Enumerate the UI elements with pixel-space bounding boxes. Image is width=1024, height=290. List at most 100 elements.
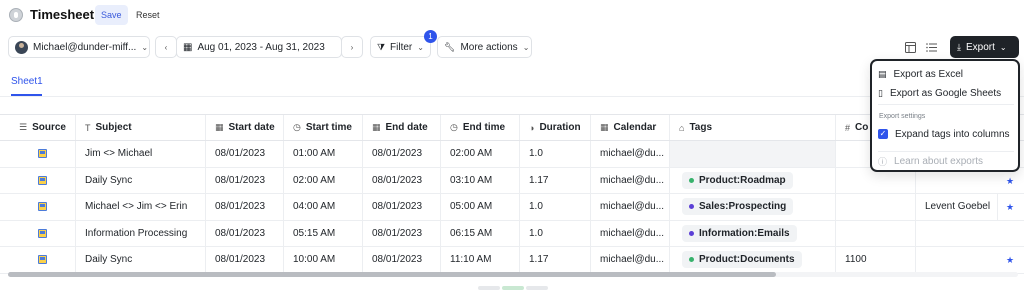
clock-icon: ◷ [450,122,458,132]
chevron-down-icon: ⌄ [417,42,424,52]
filter-count-badge: 1 [424,30,437,43]
save-button[interactable]: Save [95,5,128,25]
start-date-cell[interactable]: 08/01/2023 [206,141,284,167]
subject-cell[interactable]: Daily Sync [76,167,206,193]
tag-chip[interactable]: Sales:Prospecting [682,198,794,216]
tag-dot-icon [689,177,694,183]
table-row[interactable]: Information Processing 08/01/2023 05:15 … [0,220,1024,247]
start-time-cell[interactable]: 01:00 AM [284,141,363,167]
tags-cell[interactable] [670,141,836,167]
export-settings-heading: Export settings [879,113,926,120]
duration-cell[interactable]: 1.0 [520,194,591,220]
header-end-time[interactable]: ◷ End time [441,115,520,140]
header-source[interactable]: ☰ Source [10,115,76,140]
table-row[interactable]: Michael <> Jim <> Erin 08/01/2023 04:00 … [0,194,1024,221]
person-cell[interactable]: Levent Goebel [916,194,998,220]
date-range-label: Aug 01, 2023 - Aug 31, 2023 [197,41,325,53]
duration-cell[interactable]: 1.17 [520,167,591,193]
start-time-cell[interactable]: 02:00 AM [284,167,363,193]
tags-cell[interactable]: Product:Documents [670,247,836,273]
end-date-cell[interactable]: 08/01/2023 [363,141,441,167]
list-view-icon[interactable] [924,40,938,54]
export-google-sheets-item[interactable]: ▯ Export as Google Sheets [878,85,1001,101]
count-cell[interactable] [836,194,916,220]
header-subject[interactable]: T Subject [76,115,206,140]
calendar-cell[interactable]: michael@du... [591,167,670,193]
download-icon: ⤓ [957,41,961,52]
end-time-cell[interactable]: 03:10 AM [441,167,520,193]
start-date-cell[interactable]: 08/01/2023 [206,167,284,193]
filter-button[interactable]: ⧩ Filter ⌄ [370,36,431,58]
end-date-cell[interactable]: 08/01/2023 [363,194,441,220]
calendar-cell[interactable]: michael@du... [591,141,670,167]
duration-cell[interactable]: 1.0 [520,141,591,167]
expand-tags-option[interactable]: ✓ Expand tags into columns [878,126,1010,142]
tag-chip[interactable]: Information:Emails [682,224,797,242]
pager-segment[interactable] [478,286,500,290]
header-calendar[interactable]: ▦ Calendar [591,115,670,140]
start-date-cell[interactable]: 08/01/2023 [206,220,284,246]
header-start-date[interactable]: ▦ Start date [206,115,284,140]
subject-cell[interactable]: Jim <> Michael [76,141,206,167]
calendar-cell[interactable]: michael@du... [591,194,670,220]
end-time-cell[interactable]: 05:00 AM [441,194,520,220]
end-time-cell[interactable]: 06:15 AM [441,220,520,246]
tags-cell[interactable]: Information:Emails [670,220,836,246]
google-calendar-icon [38,228,47,238]
calendar-icon: ▦ [215,122,224,132]
tag-chip[interactable]: Product:Documents [682,251,802,269]
end-time-cell[interactable]: 11:10 AM [441,247,520,273]
date-range-picker[interactable]: ▦ Aug 01, 2023 - Aug 31, 2023 [176,36,342,58]
duration-cell[interactable]: 1.17 [520,247,591,273]
table-row[interactable]: Daily Sync 08/01/2023 02:00 AM 08/01/202… [0,167,1024,194]
export-button[interactable]: ⤓ Export ⌄ [950,36,1019,58]
source-cell [10,167,76,193]
tags-cell[interactable]: Sales:Prospecting [670,194,836,220]
user-selector[interactable]: Michael@dunder-miff... ⌄ [8,36,150,58]
end-date-cell[interactable]: 08/01/2023 [363,247,441,273]
tag-icon: ⌂ [679,122,685,133]
count-cell[interactable]: 1100 [836,247,916,273]
checkbox-checked-icon[interactable]: ✓ [878,129,888,139]
source-cell [10,247,76,273]
next-range-button[interactable]: › [341,36,363,58]
header-duration[interactable]: ◑ Duration [520,115,591,140]
learn-about-exports-link[interactable]: ⓘ Learn about exports [878,153,983,169]
header-end-date[interactable]: ▦ End date [363,115,441,140]
calendar-cell[interactable]: michael@du... [591,247,670,273]
header-tags[interactable]: ⌂ Tags [670,115,836,140]
export-menu: ▤ Export as Excel ▯ Export as Google She… [870,59,1020,172]
calendar-icon: ▦ [183,41,193,53]
start-date-cell[interactable]: 08/01/2023 [206,194,284,220]
table-view-icon[interactable] [903,40,917,54]
pager-segment-active[interactable] [502,286,524,290]
duration-cell[interactable]: 1.0 [520,220,591,246]
source-cell [10,220,76,246]
start-date-cell[interactable]: 08/01/2023 [206,247,284,273]
reset-button[interactable]: Reset [130,5,166,25]
tags-cell[interactable]: Product:Roadmap [670,167,836,193]
subject-cell[interactable]: Daily Sync [76,247,206,273]
header-start-time[interactable]: ◷ Start time [284,115,363,140]
chevron-left-icon: ‹ [164,42,168,52]
tag-chip[interactable]: Product:Roadmap [682,171,793,189]
tab-sheet1[interactable]: Sheet1 [11,76,43,87]
subject-cell[interactable]: Michael <> Jim <> Erin [76,194,206,220]
end-date-cell[interactable]: 08/01/2023 [363,167,441,193]
pager-segment[interactable] [526,286,548,290]
table-row[interactable]: Daily Sync 08/01/2023 10:00 AM 08/01/202… [0,247,1024,274]
horizontal-scrollbar-thumb[interactable] [8,272,776,277]
subject-cell[interactable]: Information Processing [76,220,206,246]
more-actions-button[interactable]: 🔧︎ More actions ⌄ [437,36,532,58]
export-excel-item[interactable]: ▤ Export as Excel [878,66,963,82]
end-time-cell[interactable]: 02:00 AM [441,141,520,167]
prev-range-button[interactable]: ‹ [155,36,177,58]
calendar-cell[interactable]: michael@du... [591,220,670,246]
toolbar: Michael@dunder-miff... ⌄ ‹ ▦ Aug 01, 202… [0,30,1024,60]
start-time-cell[interactable]: 10:00 AM [284,247,363,273]
start-time-cell[interactable]: 05:15 AM [284,220,363,246]
start-time-cell[interactable]: 04:00 AM [284,194,363,220]
count-cell[interactable] [836,220,916,246]
google-calendar-icon [38,202,47,212]
end-date-cell[interactable]: 08/01/2023 [363,220,441,246]
